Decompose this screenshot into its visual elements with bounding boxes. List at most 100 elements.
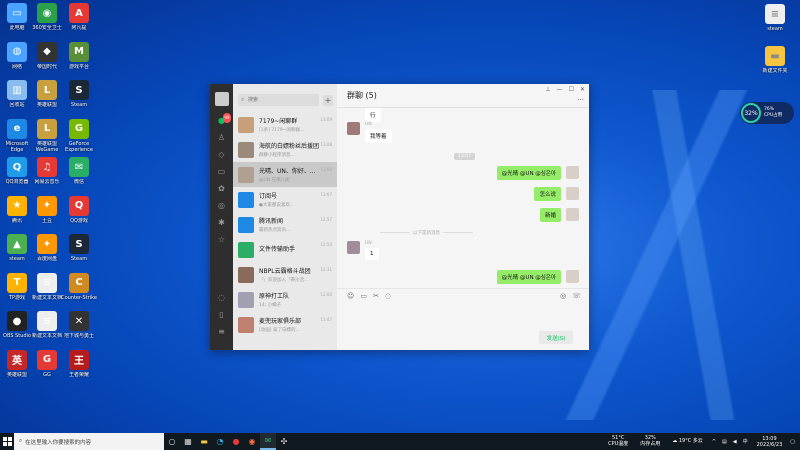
desktop-icon[interactable]: ✉ 微信: [62, 157, 96, 185]
desktop-icon[interactable]: ✦ 土豆: [30, 195, 64, 224]
message: @光晴 @UN @심은아: [496, 166, 579, 180]
app-icon: ▭: [7, 3, 27, 23]
voice-call-icon[interactable]: ◎: [560, 292, 566, 300]
ime-icon[interactable]: 中: [743, 438, 748, 445]
search-input[interactable]: [238, 94, 319, 106]
message: @光晴 @UN @심은아: [496, 270, 579, 284]
conversation-item[interactable]: 腾讯新闻 最新热点资讯... 12:57: [233, 212, 337, 237]
taskbar-search[interactable]: ⌕ 在这里输入你要搜索的内容: [14, 433, 164, 450]
my-avatar[interactable]: [566, 270, 579, 283]
browser-icon[interactable]: ◉: [244, 433, 260, 450]
desktop-icon[interactable]: ✕ 地下城与勇士: [62, 311, 96, 339]
menu-icon[interactable]: ≡: [217, 327, 227, 337]
conversation-time: 12:31: [320, 267, 332, 272]
app-icon: S: [69, 234, 89, 254]
conversation-item[interactable]: 订阅号 ●大家都说喜欢... 13:07: [233, 187, 337, 212]
message-bubble[interactable]: 1: [365, 248, 379, 260]
tray-chevron-icon[interactable]: ^: [712, 439, 716, 445]
edge-icon[interactable]: ◔: [212, 433, 228, 450]
desktop-icon[interactable]: A 阿凡提: [62, 3, 96, 31]
desktop-icon[interactable]: G GG: [30, 349, 64, 378]
desktop-icon[interactable]: 王王者荣耀: [62, 349, 96, 378]
conversation-item[interactable]: 原神打工队 14: 小橘子 12:00: [233, 287, 337, 312]
cpu-temp: 51°C CPU温度: [608, 435, 628, 447]
my-avatar[interactable]: [566, 187, 579, 200]
netease-music-icon[interactable]: ●: [228, 433, 244, 450]
sender-avatar[interactable]: [347, 241, 360, 254]
favorites-icon[interactable]: ◇: [217, 150, 227, 160]
desktop-icon[interactable]: L 英雄联盟: [30, 80, 64, 108]
notification-icon[interactable]: ▢: [790, 439, 795, 445]
desktop-icon-label: 新建文本文档: [31, 333, 62, 339]
desktop-icon-label: Steam: [70, 102, 88, 108]
message-bubble[interactable]: 我等着: [365, 129, 392, 143]
close-button[interactable]: ✕: [580, 86, 585, 93]
weather[interactable]: ☁ 19°C 多云: [672, 438, 703, 445]
chat-icon[interactable]: ● 99: [217, 113, 231, 126]
desktop-icon[interactable]: ▬ 新建文件夹: [758, 46, 792, 74]
message-bubble[interactable]: 怎么说: [534, 187, 561, 201]
folder-icon[interactable]: ▭: [217, 167, 227, 177]
desktop-icon[interactable]: ◆ 帝国时代: [30, 41, 64, 70]
volume-icon[interactable]: ◀: [733, 439, 737, 445]
maximize-button[interactable]: ☐: [569, 86, 574, 93]
desktop-icon[interactable]: Q QQ游戏: [62, 195, 96, 224]
more-icon[interactable]: ···: [577, 96, 584, 104]
app-icon: M: [69, 41, 89, 62]
file-explorer-icon[interactable]: ▬: [196, 433, 212, 450]
desktop-icon[interactable]: C Counter-Strike: [61, 272, 97, 301]
desktop-icon[interactable]: S Steam: [62, 234, 96, 262]
desktop-icon-label: 英雄联盟WeGame: [35, 140, 59, 153]
avatar[interactable]: [214, 92, 229, 106]
search-web-icon[interactable]: ✱: [217, 218, 227, 228]
miniprogram-icon[interactable]: ☆: [217, 235, 227, 245]
my-avatar[interactable]: [566, 208, 579, 221]
phone-icon[interactable]: ▯: [217, 310, 227, 320]
minimize-button[interactable]: —: [557, 86, 563, 93]
conversation-item[interactable]: 光晴、UN、你好、... @UN 在哪儿呢 13:08: [233, 162, 337, 187]
system-monitor-widget[interactable]: 32% 76% CPU占用: [740, 102, 794, 124]
miniprogram-panel-icon[interactable]: ◌: [217, 293, 227, 303]
desktop-icon[interactable]: L 英雄联盟WeGame: [30, 118, 64, 153]
my-avatar[interactable]: [566, 166, 579, 179]
wechat-taskbar-icon[interactable]: ✉: [260, 433, 276, 450]
file-icon[interactable]: ▭: [360, 292, 367, 300]
network-icon[interactable]: ▤: [722, 439, 727, 445]
conversation-item[interactable]: 文件传输助手 12:50: [233, 237, 337, 262]
message-bubble[interactable]: @光晴 @UN @심은아: [496, 166, 561, 180]
conversation-item[interactable]: 海航的白嫖粉丝后援团 群聊小程序消息... 13:08: [233, 137, 337, 162]
desktop-icon[interactable]: ✦ 百度网盘: [30, 234, 64, 262]
desktop-icon[interactable]: ◉ 360安全卫士: [30, 3, 64, 31]
desktop-icon[interactable]: ≡ 新建文本文档: [30, 272, 64, 301]
desktop-icon[interactable]: ♫ 网易云音乐: [30, 157, 64, 185]
emoji-icon[interactable]: ☺: [347, 292, 354, 300]
sender-avatar[interactable]: [347, 122, 360, 135]
message-input[interactable]: 发送(S): [337, 302, 589, 350]
conversation-item[interactable]: NBPL云霸格斗战团 「」欢迎加入「黄沙活... 12:31: [233, 262, 337, 287]
contacts-icon[interactable]: ♙: [217, 133, 227, 143]
desktop-icon[interactable]: ≡ steam: [758, 4, 792, 32]
desktop-icon[interactable]: G GeForce Experience: [62, 118, 96, 153]
conversation-avatar: [238, 216, 254, 233]
conversation-item[interactable]: 麦兜玩家俱乐部 [动画] 拿了白嫖的... 11:47: [233, 312, 337, 337]
chat-history-icon[interactable]: ◌: [385, 292, 391, 300]
pin-button[interactable]: ⊥: [545, 86, 550, 93]
desktop-icon[interactable]: S Steam: [62, 80, 96, 108]
clock[interactable]: 13:09 2022/6/23: [757, 436, 783, 448]
desktop-icon[interactable]: M 游戏平台: [62, 41, 96, 70]
moments-icon[interactable]: ✿: [217, 184, 227, 194]
app-icon[interactable]: ✣: [276, 433, 292, 450]
message-bubble[interactable]: 新婚: [539, 208, 561, 222]
start-button[interactable]: [0, 433, 14, 450]
task-view-icon[interactable]: ○: [164, 433, 180, 450]
widgets-icon[interactable]: ▦: [180, 433, 196, 450]
conversation-item[interactable]: 7179~闲聊群 [1条] 7179~闲聊群... 13:09: [233, 112, 337, 137]
video-call-icon[interactable]: ☏: [572, 292, 581, 300]
message-bubble[interactable]: 行: [365, 108, 381, 122]
desktop-icon[interactable]: ≡ 新建文本文档: [30, 311, 64, 339]
message-bubble[interactable]: @光晴 @UN @심은아: [496, 270, 561, 284]
send-button[interactable]: 发送(S): [539, 331, 573, 344]
add-button[interactable]: +: [323, 94, 333, 106]
channels-icon[interactable]: ◎: [217, 201, 227, 211]
scissors-icon[interactable]: ✂: [373, 292, 379, 300]
